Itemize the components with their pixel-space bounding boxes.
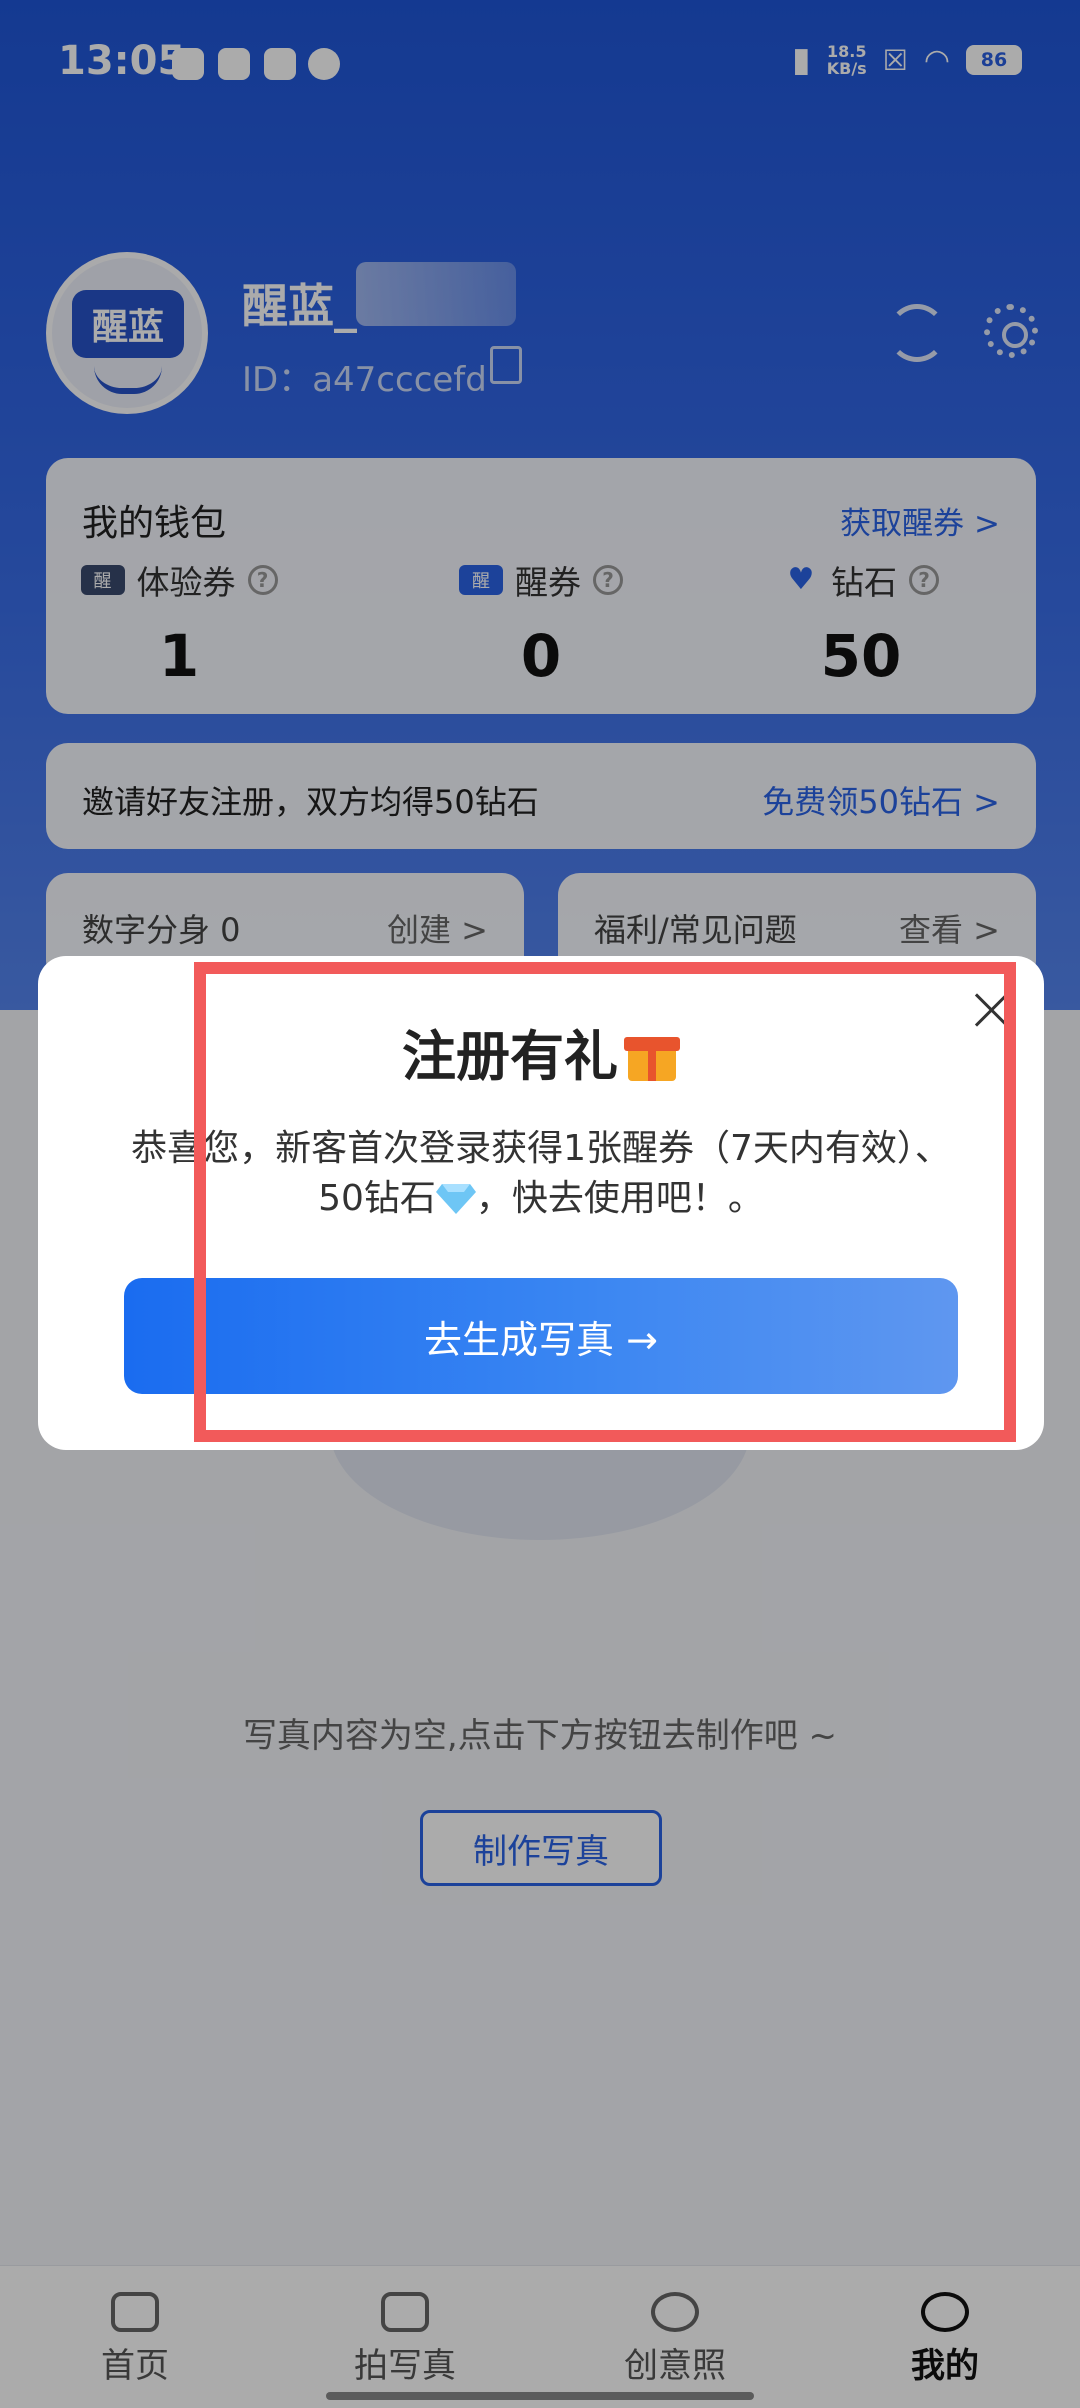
highlight-box (194, 962, 1016, 1442)
